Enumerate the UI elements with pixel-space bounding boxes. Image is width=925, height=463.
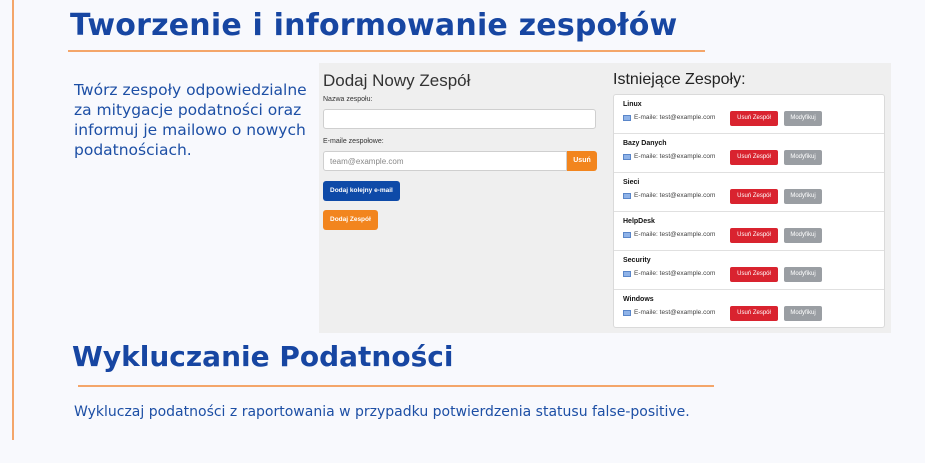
mail-icon (623, 231, 631, 238)
team-item: Windows E-maile: test@example.com Usuń Z… (614, 290, 884, 329)
edit-team-button[interactable]: Modyfikuj (784, 267, 822, 282)
email-prefix: E-maile: (634, 270, 658, 277)
team-email-line: E-maile: test@example.com (623, 270, 715, 277)
mail-icon (623, 114, 631, 121)
existing-teams-section: Istniejące Zespoły: Linux E-maile: test@… (611, 63, 891, 333)
mail-icon (623, 309, 631, 316)
edit-team-button[interactable]: Modyfikuj (784, 111, 822, 126)
delete-team-button[interactable]: Usuń Zespół (730, 189, 778, 204)
email-prefix: E-maile: (634, 231, 658, 238)
team-name-label: Nazwa zespołu: (323, 96, 373, 103)
team-email-line: E-maile: test@example.com (623, 309, 715, 316)
team-item: Security E-maile: test@example.com Usuń … (614, 251, 884, 290)
team-item: Linux E-maile: test@example.com Usuń Zes… (614, 95, 884, 134)
section-heading-teams: Tworzenie i informowanie zespołów (70, 8, 678, 43)
delete-team-button[interactable]: Usuń Zespół (730, 267, 778, 282)
delete-team-button[interactable]: Usuń Zespół (730, 150, 778, 165)
team-name-input[interactable] (323, 109, 596, 129)
team-name: Sieci (623, 179, 640, 186)
team-name: Linux (623, 101, 642, 108)
section-heading-exclusions: Wykluczanie Podatności (72, 340, 454, 373)
mail-icon (623, 192, 631, 199)
delete-team-button[interactable]: Usuń Zespół (730, 306, 778, 321)
edit-team-button[interactable]: Modyfikuj (784, 306, 822, 321)
section-description-teams: Twórz zespoły odpowiedzialne za mitygacj… (74, 81, 307, 159)
team-email: test@example.com (659, 153, 716, 160)
team-email-line: E-maile: test@example.com (623, 192, 715, 199)
team-email-line: E-maile: test@example.com (623, 114, 715, 121)
edit-team-button[interactable]: Modyfikuj (784, 189, 822, 204)
team-email: test@example.com (659, 192, 716, 199)
form-title: Dodaj Nowy Zespół (323, 71, 471, 90)
add-team-button[interactable]: Dodaj Zespół (323, 210, 378, 230)
team-email: test@example.com (659, 114, 716, 121)
remove-email-button[interactable]: Usuń (567, 151, 597, 171)
email-input[interactable]: team@example.com (323, 151, 567, 171)
team-name: HelpDesk (623, 218, 655, 225)
side-accent-line (12, 0, 14, 440)
team-email-line: E-maile: test@example.com (623, 153, 715, 160)
edit-team-button[interactable]: Modyfikuj (784, 228, 822, 243)
team-name: Security (623, 257, 651, 264)
email-prefix: E-maile: (634, 309, 658, 316)
team-email-line: E-maile: test@example.com (623, 231, 715, 238)
email-prefix: E-maile: (634, 114, 658, 121)
team-name: Bazy Danych (623, 140, 667, 147)
team-item: Sieci E-maile: test@example.com Usuń Zes… (614, 173, 884, 212)
email-prefix: E-maile: (634, 153, 658, 160)
section-description-exclusions: Wykluczaj podatności z raportowania w pr… (74, 404, 690, 420)
email-row: team@example.com Usuń (323, 151, 597, 171)
team-email: test@example.com (659, 231, 716, 238)
team-email: test@example.com (659, 309, 716, 316)
edit-team-button[interactable]: Modyfikuj (784, 150, 822, 165)
team-list: Linux E-maile: test@example.com Usuń Zes… (613, 94, 885, 328)
existing-teams-title: Istniejące Zespoły: (613, 71, 746, 88)
heading-underline (68, 50, 705, 52)
add-email-button[interactable]: Dodaj kolejny e-mail (323, 181, 400, 201)
app-screenshot-panel: Dodaj Nowy Zespół Nazwa zespołu: E-maile… (319, 63, 891, 333)
heading-underline (78, 385, 714, 387)
team-item: HelpDesk E-maile: test@example.com Usuń … (614, 212, 884, 251)
new-team-form: Dodaj Nowy Zespół Nazwa zespołu: E-maile… (319, 63, 604, 333)
team-item: Bazy Danych E-maile: test@example.com Us… (614, 134, 884, 173)
mail-icon (623, 153, 631, 160)
emails-label: E-maile zespołowe: (323, 138, 384, 145)
delete-team-button[interactable]: Usuń Zespół (730, 228, 778, 243)
team-email: test@example.com (659, 270, 716, 277)
email-prefix: E-maile: (634, 192, 658, 199)
mail-icon (623, 270, 631, 277)
team-name: Windows (623, 296, 654, 303)
delete-team-button[interactable]: Usuń Zespół (730, 111, 778, 126)
